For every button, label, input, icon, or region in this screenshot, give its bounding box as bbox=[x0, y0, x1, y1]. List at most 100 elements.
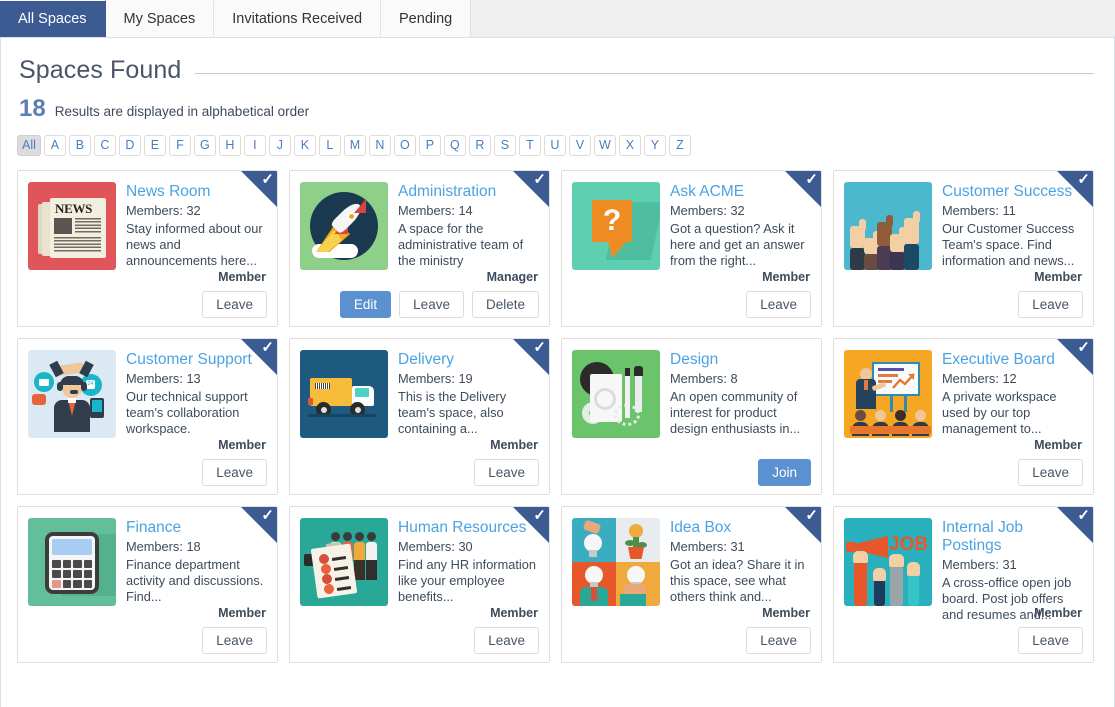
space-thumbnail[interactable] bbox=[844, 182, 932, 270]
space-role-label: Member bbox=[1034, 270, 1082, 284]
space-card[interactable]: Idea BoxMembers: 31Got an idea? Share it… bbox=[561, 506, 822, 663]
space-name-link[interactable]: Human Resources bbox=[398, 519, 539, 537]
alpha-filter-s[interactable]: S bbox=[494, 135, 516, 156]
alpha-filter-v[interactable]: V bbox=[569, 135, 591, 156]
space-thumbnail[interactable]: 24 bbox=[28, 350, 116, 438]
space-name-link[interactable]: Customer Success bbox=[942, 183, 1083, 201]
space-card-body: AdministrationMembers: 14A space for the… bbox=[290, 171, 549, 270]
leave-button[interactable]: Leave bbox=[474, 459, 539, 486]
tab-pending[interactable]: Pending bbox=[381, 0, 471, 37]
page-title-row: Spaces Found bbox=[1, 38, 1114, 85]
alpha-filter-t[interactable]: T bbox=[519, 135, 541, 156]
alpha-filter-o[interactable]: O bbox=[394, 135, 416, 156]
space-role-label: Member bbox=[762, 270, 810, 284]
space-card[interactable]: NEWSNews RoomMembers: 32Stay informed ab… bbox=[17, 170, 278, 327]
space-name-link[interactable]: Finance bbox=[126, 519, 267, 537]
space-thumbnail[interactable]: ? bbox=[572, 182, 660, 270]
space-thumbnail[interactable] bbox=[300, 350, 388, 438]
join-button[interactable]: Join bbox=[758, 459, 811, 486]
alpha-filter-z[interactable]: Z bbox=[669, 135, 691, 156]
delete-button[interactable]: Delete bbox=[472, 291, 539, 318]
space-description: A private workspace used by our top mana… bbox=[942, 389, 1083, 437]
space-card-body: DeliveryMembers: 19This is the Delivery … bbox=[290, 339, 549, 438]
space-info: DesignMembers: 8An open community of int… bbox=[670, 350, 811, 438]
alpha-filter-l[interactable]: L bbox=[319, 135, 341, 156]
space-card[interactable]: Customer SuccessMembers: 11Our Customer … bbox=[833, 170, 1094, 327]
space-thumbnail[interactable]: NEWS bbox=[28, 182, 116, 270]
space-card[interactable]: FinanceMembers: 18Finance department act… bbox=[17, 506, 278, 663]
leave-button[interactable]: Leave bbox=[1018, 291, 1083, 318]
space-card[interactable]: AdministrationMembers: 14A space for the… bbox=[289, 170, 550, 327]
alpha-filter-b[interactable]: B bbox=[69, 135, 91, 156]
space-card[interactable]: Executive BoardMembers: 12A private work… bbox=[833, 338, 1094, 495]
leave-button[interactable]: Leave bbox=[474, 627, 539, 654]
space-name-link[interactable]: Internal Job Postings bbox=[942, 519, 1083, 555]
alpha-filter-n[interactable]: N bbox=[369, 135, 391, 156]
alpha-filter-a[interactable]: A bbox=[44, 135, 66, 156]
alpha-filter-e[interactable]: E bbox=[144, 135, 166, 156]
alpha-filter-u[interactable]: U bbox=[544, 135, 566, 156]
main-panel: Spaces Found 18 Results are displayed in… bbox=[0, 37, 1115, 707]
leave-button[interactable]: Leave bbox=[746, 291, 811, 318]
leave-button[interactable]: Leave bbox=[202, 459, 267, 486]
space-thumbnail[interactable] bbox=[844, 350, 932, 438]
space-thumbnail[interactable] bbox=[572, 350, 660, 438]
alpha-filter-q[interactable]: Q bbox=[444, 135, 466, 156]
space-name-link[interactable]: Administration bbox=[398, 183, 539, 201]
edit-button[interactable]: Edit bbox=[340, 291, 391, 318]
alpha-filter-y[interactable]: Y bbox=[644, 135, 666, 156]
question-bubble-icon: ? bbox=[572, 182, 660, 270]
leave-button[interactable]: Leave bbox=[1018, 459, 1083, 486]
tab-invitations-received[interactable]: Invitations Received bbox=[214, 0, 381, 37]
space-thumbnail[interactable] bbox=[28, 518, 116, 606]
tab-all-spaces[interactable]: All Spaces bbox=[0, 0, 106, 37]
space-card[interactable]: ?Ask ACMEMembers: 32Got a question? Ask … bbox=[561, 170, 822, 327]
alpha-filter-p[interactable]: P bbox=[419, 135, 441, 156]
space-info: Customer SupportMembers: 13Our technical… bbox=[126, 350, 267, 438]
space-description: Find any HR information like your employ… bbox=[398, 557, 539, 605]
space-card[interactable]: DeliveryMembers: 19This is the Delivery … bbox=[289, 338, 550, 495]
leave-button[interactable]: Leave bbox=[202, 627, 267, 654]
leave-button[interactable]: Leave bbox=[746, 627, 811, 654]
alpha-filter-r[interactable]: R bbox=[469, 135, 491, 156]
space-name-link[interactable]: Ask ACME bbox=[670, 183, 811, 201]
space-card[interactable]: JOBInternal Job PostingsMembers: 31A cro… bbox=[833, 506, 1094, 663]
space-name-link[interactable]: Executive Board bbox=[942, 351, 1083, 369]
calculator-icon bbox=[28, 518, 116, 606]
space-card-body: Executive BoardMembers: 12A private work… bbox=[834, 339, 1093, 438]
alpha-filter-f[interactable]: F bbox=[169, 135, 191, 156]
space-thumbnail[interactable] bbox=[300, 518, 388, 606]
space-name-link[interactable]: News Room bbox=[126, 183, 267, 201]
space-role-label: Member bbox=[1034, 606, 1082, 620]
space-description: Our Customer Success Team's space. Find … bbox=[942, 221, 1083, 269]
space-card[interactable]: DesignMembers: 8An open community of int… bbox=[561, 338, 822, 495]
space-thumbnail[interactable]: JOB bbox=[844, 518, 932, 606]
leave-button[interactable]: Leave bbox=[202, 291, 267, 318]
space-thumbnail[interactable] bbox=[300, 182, 388, 270]
space-info: AdministrationMembers: 14A space for the… bbox=[398, 182, 539, 270]
space-card[interactable]: 24Customer SupportMembers: 13Our technic… bbox=[17, 338, 278, 495]
space-thumbnail[interactable] bbox=[572, 518, 660, 606]
alpha-filter-g[interactable]: G bbox=[194, 135, 216, 156]
space-card[interactable]: Human ResourcesMembers: 30Find any HR in… bbox=[289, 506, 550, 663]
alpha-filter-x[interactable]: X bbox=[619, 135, 641, 156]
alpha-filter-c[interactable]: C bbox=[94, 135, 116, 156]
leave-button[interactable]: Leave bbox=[1018, 627, 1083, 654]
space-name-link[interactable]: Customer Support bbox=[126, 351, 267, 369]
space-name-link[interactable]: Design bbox=[670, 351, 811, 369]
alpha-filter-k[interactable]: K bbox=[294, 135, 316, 156]
space-card-actions: Leave bbox=[202, 291, 267, 318]
space-card-body: FinanceMembers: 18Finance department act… bbox=[18, 507, 277, 606]
space-name-link[interactable]: Delivery bbox=[398, 351, 539, 369]
space-description: This is the Delivery team's space, also … bbox=[398, 389, 539, 437]
alpha-filter-m[interactable]: M bbox=[344, 135, 366, 156]
alpha-filter-all[interactable]: All bbox=[17, 135, 41, 156]
alpha-filter-w[interactable]: W bbox=[594, 135, 616, 156]
alpha-filter-i[interactable]: I bbox=[244, 135, 266, 156]
tab-my-spaces[interactable]: My Spaces bbox=[106, 0, 215, 37]
alpha-filter-d[interactable]: D bbox=[119, 135, 141, 156]
leave-button[interactable]: Leave bbox=[399, 291, 464, 318]
alpha-filter-h[interactable]: H bbox=[219, 135, 241, 156]
alpha-filter-j[interactable]: J bbox=[269, 135, 291, 156]
space-name-link[interactable]: Idea Box bbox=[670, 519, 811, 537]
